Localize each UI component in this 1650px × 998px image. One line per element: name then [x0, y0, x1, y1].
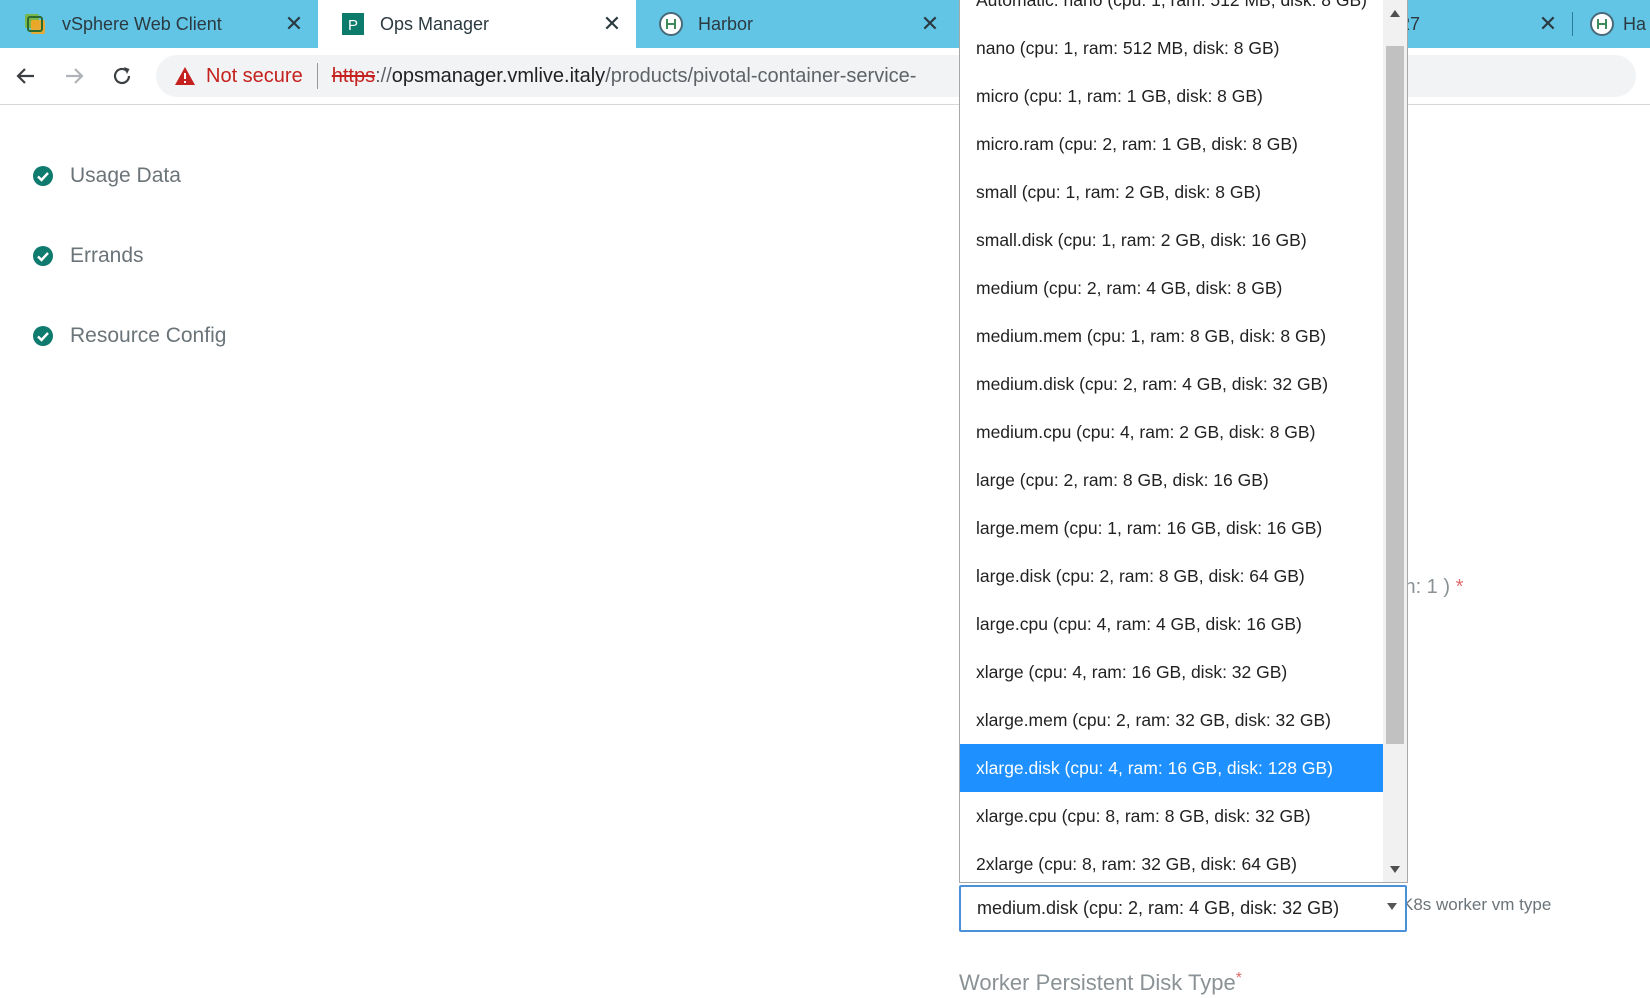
harbor-icon — [659, 12, 683, 36]
dropdown-option[interactable]: large.disk (cpu: 2, ram: 8 GB, disk: 64 … — [960, 552, 1384, 600]
dropdown-option[interactable]: large.cpu (cpu: 4, ram: 4 GB, disk: 16 G… — [960, 600, 1384, 648]
dropdown-scrollbar[interactable] — [1383, 0, 1407, 882]
dropdown-option[interactable]: large.mem (cpu: 1, ram: 16 GB, disk: 16 … — [960, 504, 1384, 552]
security-status-label[interactable]: Not secure — [206, 65, 303, 88]
tab-vsphere-web-client[interactable]: vSphere Web Client ✕ — [0, 0, 318, 48]
check-circle-icon — [33, 166, 53, 186]
forward-arrow-icon — [66, 68, 84, 84]
worker-vm-type-select[interactable]: medium.disk (cpu: 2, ram: 4 GB, disk: 32… — [959, 885, 1407, 932]
scrollbar-thumb[interactable] — [1386, 46, 1404, 744]
tab-harbor-partial[interactable]: Ha — [1573, 0, 1650, 48]
sidebar-item-resource-config[interactable]: Resource Config — [32, 324, 226, 348]
dropdown-option[interactable]: xlarge.mem (cpu: 2, ram: 32 GB, disk: 32… — [960, 696, 1384, 744]
worker-vm-type-value: medium.disk (cpu: 2, ram: 4 GB, disk: 32… — [977, 898, 1340, 918]
dropdown-option[interactable]: medium (cpu: 2, ram: 4 GB, disk: 8 GB) — [960, 264, 1384, 312]
dropdown-option[interactable]: micro (cpu: 1, ram: 1 GB, disk: 8 GB) — [960, 72, 1384, 120]
tab-title: Harbor — [698, 13, 754, 34]
vm-type-dropdown-list[interactable]: Automatic: nano (cpu: 1, ram: 512 MB, di… — [959, 0, 1408, 883]
dropdown-option[interactable]: small (cpu: 1, ram: 2 GB, disk: 8 GB) — [960, 168, 1384, 216]
dropdown-option[interactable]: xlarge.cpu (cpu: 8, ram: 8 GB, disk: 32 … — [960, 792, 1384, 840]
close-icon[interactable]: ✕ — [282, 12, 306, 36]
omnibox-divider — [316, 63, 318, 89]
sidebar-item-usage-data[interactable]: Usage Data — [32, 164, 181, 188]
dropdown-options: Automatic: nano (cpu: 1, ram: 512 MB, di… — [960, 0, 1384, 882]
close-icon[interactable]: ✕ — [1536, 12, 1560, 36]
url-host: opsmanager.vmlive.italy — [391, 64, 606, 87]
pivotal-p-icon: P — [342, 13, 364, 35]
url-path: /products/pivotal-container-service- — [605, 64, 917, 87]
required-asterisk: * — [1235, 970, 1242, 987]
sidebar-item-label: Usage Data — [70, 164, 181, 187]
dropdown-option[interactable]: 2xlarge (cpu: 8, ram: 32 GB, disk: 64 GB… — [960, 840, 1384, 882]
sidebar-item-errands[interactable]: Errands — [32, 244, 144, 268]
warning-triangle-icon — [175, 67, 195, 85]
back-button[interactable] — [8, 58, 44, 94]
instances-label-fragment: in: 1 ) * — [1400, 576, 1463, 599]
worker-persistent-disk-label: Worker Persistent Disk Type* — [959, 970, 1242, 996]
forward-button[interactable] — [56, 58, 92, 94]
close-icon[interactable]: ✕ — [600, 12, 624, 36]
required-asterisk: * — [1455, 576, 1464, 598]
tab-title: vSphere Web Client — [62, 13, 222, 34]
url-scheme-separator: :// — [375, 64, 392, 87]
tab-title: Ha — [1623, 13, 1647, 34]
sidebar-item-label: Resource Config — [70, 324, 227, 347]
tab-ops-manager[interactable]: P Ops Manager ✕ — [318, 0, 636, 48]
dropdown-option[interactable]: micro.ram (cpu: 2, ram: 1 GB, disk: 8 GB… — [960, 120, 1384, 168]
check-circle-icon — [33, 246, 53, 266]
vsphere-icon — [25, 14, 45, 34]
harbor-icon — [1590, 12, 1614, 36]
close-icon[interactable]: ✕ — [918, 12, 942, 36]
dropdown-option[interactable]: medium.cpu (cpu: 4, ram: 2 GB, disk: 8 G… — [960, 408, 1384, 456]
tab-harbor[interactable]: Harbor ✕ — [636, 0, 954, 48]
scroll-down-arrow-icon[interactable] — [1390, 866, 1400, 873]
tab-title: Ops Manager — [380, 13, 490, 34]
check-circle-icon — [33, 326, 53, 346]
url-bar[interactable]: Not secure https://opsmanager.vmlive.ita… — [156, 55, 1636, 97]
dropdown-option[interactable]: small.disk (cpu: 1, ram: 2 GB, disk: 16 … — [960, 216, 1384, 264]
sidebar-item-label: Errands — [70, 244, 144, 267]
chevron-down-icon — [1387, 903, 1397, 910]
reload-button[interactable] — [104, 58, 140, 94]
url-scheme: https — [331, 64, 376, 87]
dropdown-option[interactable]: large (cpu: 2, ram: 8 GB, disk: 16 GB) — [960, 456, 1384, 504]
reload-icon — [113, 67, 131, 85]
dropdown-option[interactable]: medium.disk (cpu: 2, ram: 4 GB, disk: 32… — [960, 360, 1384, 408]
dropdown-option[interactable]: nano (cpu: 1, ram: 512 MB, disk: 8 GB) — [960, 24, 1384, 72]
dropdown-option[interactable]: Automatic: nano (cpu: 1, ram: 512 MB, di… — [960, 0, 1384, 24]
back-arrow-icon — [16, 68, 34, 84]
dropdown-option[interactable]: medium.mem (cpu: 1, ram: 8 GB, disk: 8 G… — [960, 312, 1384, 360]
dropdown-option-highlighted[interactable]: xlarge.disk (cpu: 4, ram: 16 GB, disk: 1… — [960, 744, 1384, 792]
dropdown-option[interactable]: xlarge (cpu: 4, ram: 16 GB, disk: 32 GB) — [960, 648, 1384, 696]
svg-text:P: P — [348, 17, 358, 34]
worker-persistent-disk-label-text: Worker Persistent Disk Type — [959, 970, 1236, 995]
scroll-up-arrow-icon[interactable] — [1390, 10, 1400, 17]
